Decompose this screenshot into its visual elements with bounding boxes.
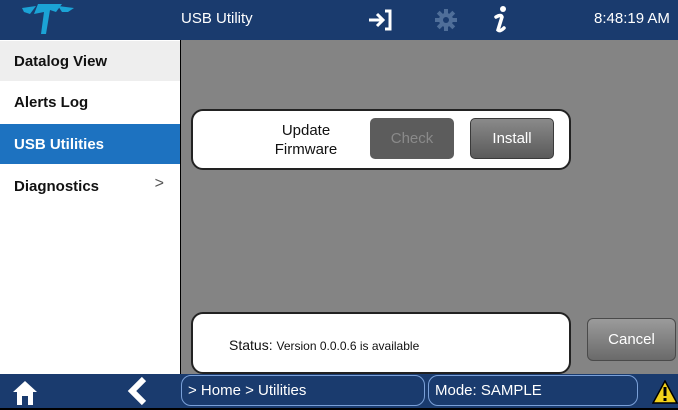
sidebar-item-alerts-log[interactable]: Alerts Log bbox=[0, 82, 180, 122]
gear-icon[interactable] bbox=[428, 4, 464, 36]
firmware-label-line2: Firmware bbox=[274, 141, 338, 158]
bottom-bar: > Home > Utilities Mode: SAMPLE bbox=[0, 374, 678, 408]
sign-in-icon[interactable] bbox=[362, 4, 398, 36]
sidebar: Datalog View Alerts Log USB Utilities Di… bbox=[0, 40, 180, 374]
firmware-label: Update Firmware bbox=[251, 121, 361, 159]
status-text: Status: Version 0.0.0.6 is available bbox=[229, 337, 419, 353]
back-icon[interactable] bbox=[124, 376, 150, 410]
status-prefix: Status: bbox=[229, 337, 273, 353]
top-bar: USB Utility 8:48:19 AM bbox=[0, 0, 678, 40]
warning-icon[interactable] bbox=[651, 379, 678, 409]
home-icon[interactable] bbox=[12, 379, 38, 410]
mode-indicator: Mode: SAMPLE bbox=[428, 375, 638, 406]
sidebar-item-label: USB Utilities bbox=[14, 135, 105, 153]
sidebar-item-label: Diagnostics bbox=[14, 177, 100, 195]
status-message: Version 0.0.0.6 is available bbox=[276, 339, 420, 353]
cancel-button[interactable]: Cancel bbox=[587, 318, 676, 361]
breadcrumb[interactable]: > Home > Utilities bbox=[181, 375, 425, 406]
install-button[interactable]: Install bbox=[470, 118, 554, 159]
clock: 8:48:19 AM bbox=[594, 10, 670, 27]
info-icon[interactable] bbox=[482, 4, 518, 36]
firmware-panel: Update Firmware Check Install bbox=[191, 109, 571, 170]
sidebar-item-diagnostics[interactable]: Diagnostics > bbox=[0, 166, 180, 206]
sidebar-item-datalog-view[interactable]: Datalog View bbox=[0, 41, 180, 81]
main-content: Update Firmware Check Install Status: Ve… bbox=[181, 40, 678, 374]
firmware-label-line1: Update bbox=[281, 122, 331, 139]
logo-icon bbox=[0, 0, 180, 40]
status-panel: Status: Version 0.0.0.6 is available bbox=[191, 312, 571, 374]
chevron-right-icon: > bbox=[154, 175, 164, 192]
page-title: USB Utility bbox=[181, 10, 253, 27]
sidebar-item-usb-utilities[interactable]: USB Utilities bbox=[0, 124, 180, 164]
check-button[interactable]: Check bbox=[370, 118, 454, 159]
sidebar-item-label: Datalog View bbox=[14, 52, 108, 70]
sidebar-item-label: Alerts Log bbox=[14, 93, 89, 111]
